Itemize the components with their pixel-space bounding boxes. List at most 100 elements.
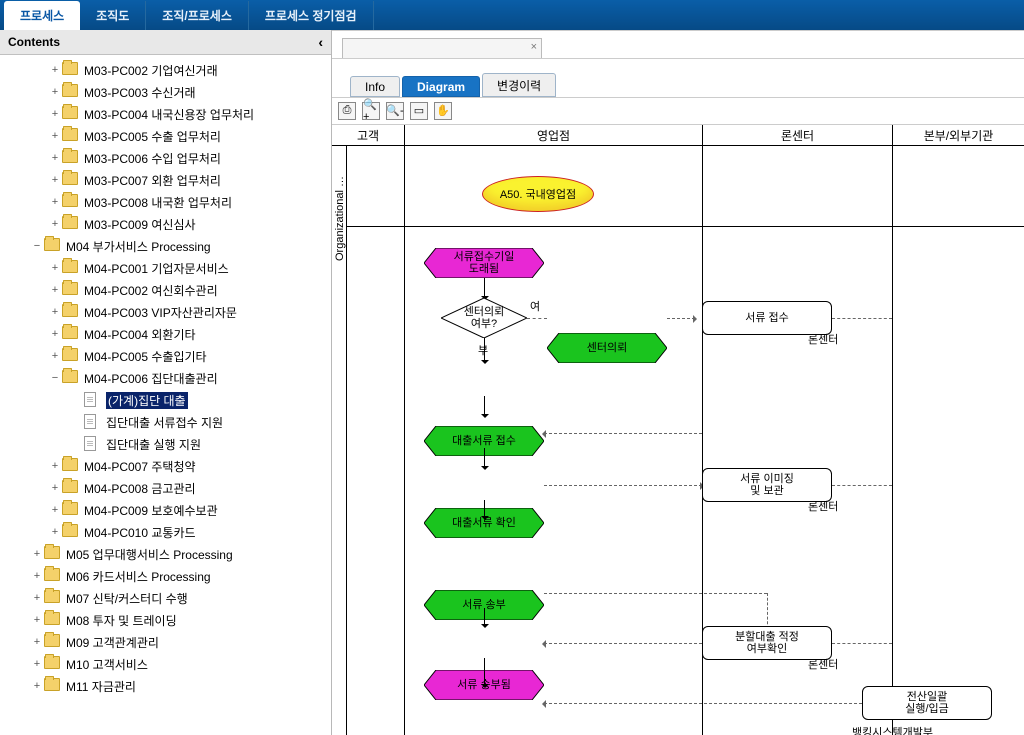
tree-label[interactable]: M04-PC002 여신회수관리 xyxy=(84,282,218,299)
act-img-store[interactable]: 서류 이미징및 보관 xyxy=(702,468,832,502)
tree-node[interactable]: + M11 자금관리 xyxy=(0,675,331,697)
expand-icon[interactable]: + xyxy=(48,526,62,538)
tree-label[interactable]: M04-PC003 VIP자산관리자문 xyxy=(84,304,237,321)
tree-label[interactable]: M04 부가서비스 Processing xyxy=(66,238,211,255)
tab-history[interactable]: 변경이력 xyxy=(482,73,556,97)
tab-org[interactable]: 조직도 xyxy=(80,1,146,30)
expand-icon[interactable]: + xyxy=(30,614,44,626)
expand-icon[interactable]: + xyxy=(30,570,44,582)
tree-node[interactable]: + M03-PC005 수출 업무처리 xyxy=(0,125,331,147)
decision-refer[interactable]: 센터의뢰여부? xyxy=(441,298,527,338)
tree-label[interactable]: (가계)집단 대출 xyxy=(106,392,188,409)
tree[interactable]: +M03-PC002 기업여신거래+M03-PC003 수신거래+M03-PC0… xyxy=(0,55,331,735)
tree-label[interactable]: M03-PC007 외환 업무처리 xyxy=(84,172,221,189)
expand-icon[interactable]: + xyxy=(48,306,62,318)
start-node[interactable]: A50. 국내영업점 xyxy=(482,176,594,212)
tab-info[interactable]: Info xyxy=(350,76,400,97)
expand-icon[interactable]: + xyxy=(30,658,44,670)
diagram-canvas[interactable]: Organizational … A50. 국내영업점 서류접수기일도래됨 센터… xyxy=(332,146,1024,735)
hand-icon[interactable]: ✋ xyxy=(434,102,452,120)
tree-label[interactable]: M08 투자 및 트레이딩 xyxy=(66,612,177,629)
tree-label[interactable]: M04-PC005 수출입기타 xyxy=(84,348,207,365)
expand-icon[interactable]: + xyxy=(30,680,44,692)
tree-node[interactable]: + M04-PC005 수출입기타 xyxy=(0,345,331,367)
tree-label[interactable]: M03-PC003 수신거래 xyxy=(84,84,196,101)
tree-node[interactable]: + M10 고객서비스 xyxy=(0,653,331,675)
act-split-verify[interactable]: 분할대출 적정여부확인 xyxy=(702,626,832,660)
tree-node[interactable]: +M03-PC008 내국환 업무처리 xyxy=(0,191,331,213)
zoom-out-icon[interactable]: 🔍- xyxy=(386,102,404,120)
tree-node[interactable]: + M04-PC007 주택청약 xyxy=(0,455,331,477)
expand-icon[interactable]: + xyxy=(48,482,62,494)
tree-node[interactable]: + M06 카드서비스 Processing xyxy=(0,565,331,587)
tree-node[interactable]: + M04-PC010 교통카드 xyxy=(0,521,331,543)
fit-icon[interactable]: ▭ xyxy=(410,102,428,120)
tree-label[interactable]: M07 신탁/커스터디 수행 xyxy=(66,590,188,607)
tree-node[interactable]: + M04-PC004 외환기타 xyxy=(0,323,331,345)
tab-periodic[interactable]: 프로세스 정기점검 xyxy=(249,1,374,30)
print-icon[interactable]: ⎙ xyxy=(338,102,356,120)
expand-icon[interactable]: + xyxy=(48,284,62,296)
expand-icon[interactable]: + xyxy=(48,262,62,274)
tree-node[interactable]: +(가계)집단 대출 xyxy=(0,389,331,411)
act-center-refer[interactable]: 센터의뢰 xyxy=(547,333,667,363)
expand-icon[interactable]: + xyxy=(30,592,44,604)
act-loan-docs-chk[interactable]: 대출서류 확인 xyxy=(424,508,544,538)
expand-icon[interactable]: + xyxy=(48,328,62,340)
expand-icon[interactable]: + xyxy=(48,64,62,76)
zoom-in-icon[interactable]: 🔍+ xyxy=(362,102,380,120)
expand-icon[interactable]: + xyxy=(48,130,62,142)
expand-icon[interactable]: + xyxy=(48,350,62,362)
act-docs-recv[interactable]: 서류 접수 xyxy=(702,301,832,335)
tree-node[interactable]: + M04-PC009 보호예수보관 xyxy=(0,499,331,521)
expand-icon[interactable]: + xyxy=(48,108,62,120)
tree-node[interactable]: + M07 신탁/커스터디 수행 xyxy=(0,587,331,609)
tree-label[interactable]: M04-PC001 기업자문서비스 xyxy=(84,260,229,277)
tree-label[interactable]: M03-PC006 수입 업무처리 xyxy=(84,150,221,167)
tree-label[interactable]: M05 업무대행서비스 Processing xyxy=(66,546,233,563)
tree-label[interactable]: M06 카드서비스 Processing xyxy=(66,568,211,585)
tree-node[interactable]: + M03-PC006 수입 업무처리 xyxy=(0,147,331,169)
expand-icon[interactable]: + xyxy=(48,86,62,98)
expand-icon[interactable]: + xyxy=(48,460,62,472)
tree-label[interactable]: M04-PC007 주택청약 xyxy=(84,458,196,475)
tree-label[interactable]: M11 자금관리 xyxy=(66,678,136,695)
tree-node[interactable]: + M05 업무대행서비스 Processing xyxy=(0,543,331,565)
tree-label[interactable]: M04-PC004 외환기타 xyxy=(84,326,196,343)
tree-label[interactable]: M10 고객서비스 xyxy=(66,656,148,673)
expand-icon[interactable]: + xyxy=(30,636,44,648)
tree-node[interactable]: + M03-PC003 수신거래 xyxy=(0,81,331,103)
tree-label[interactable]: M03-PC002 기업여신거래 xyxy=(84,62,218,79)
act-batch-exec[interactable]: 전산일괄실행/입금 xyxy=(862,686,992,720)
expand-icon[interactable]: + xyxy=(48,504,62,516)
tree-node[interactable]: + M03-PC004 내국신용장 업무처리 xyxy=(0,103,331,125)
act-loan-docs-recv[interactable]: 대출서류 접수 xyxy=(424,426,544,456)
tree-label[interactable]: M03-PC008 내국환 업무처리 xyxy=(84,194,232,211)
tree-node[interactable]: −M04-PC006 집단대출관리 xyxy=(0,367,331,389)
collapse-icon[interactable]: ‹ xyxy=(318,34,323,50)
tree-label[interactable]: 집단대출 서류접수 지원 xyxy=(106,414,223,431)
tree-node[interactable]: +M04-PC008 금고관리 xyxy=(0,477,331,499)
expand-icon[interactable]: + xyxy=(30,548,44,560)
ev-docs-sent[interactable]: 서류 송부됨 xyxy=(424,670,544,700)
tree-node[interactable]: +M03-PC009 여신심사 xyxy=(0,213,331,235)
tree-node[interactable]: + M04-PC003 VIP자산관리자문 xyxy=(0,301,331,323)
tree-label[interactable]: M03-PC009 여신심사 xyxy=(84,216,196,233)
tab-process[interactable]: 프로세스 xyxy=(4,1,80,30)
tree-label[interactable]: M04-PC009 보호예수보관 xyxy=(84,502,218,519)
tree-label[interactable]: M03-PC005 수출 업무처리 xyxy=(84,128,221,145)
doc-tab[interactable]: × xyxy=(342,38,542,58)
tree-node[interactable]: +집단대출 실행 지원 xyxy=(0,433,331,455)
close-icon[interactable]: × xyxy=(531,41,537,53)
tab-diagram[interactable]: Diagram xyxy=(402,76,480,97)
act-docs-send[interactable]: 서류 송부 xyxy=(424,590,544,620)
tree-node[interactable]: + M08 투자 및 트레이딩 xyxy=(0,609,331,631)
expand-icon[interactable]: + xyxy=(48,152,62,164)
tree-label[interactable]: 집단대출 실행 지원 xyxy=(106,436,201,453)
tree-node[interactable]: −M04 부가서비스 Processing xyxy=(0,235,331,257)
tree-label[interactable]: M04-PC010 교통카드 xyxy=(84,524,196,541)
expand-icon[interactable]: + xyxy=(48,174,62,186)
tree-label[interactable]: M09 고객관계관리 xyxy=(66,634,159,651)
tree-label[interactable]: M03-PC004 내국신용장 업무처리 xyxy=(84,106,254,123)
tree-node[interactable]: +집단대출 서류접수 지원 xyxy=(0,411,331,433)
